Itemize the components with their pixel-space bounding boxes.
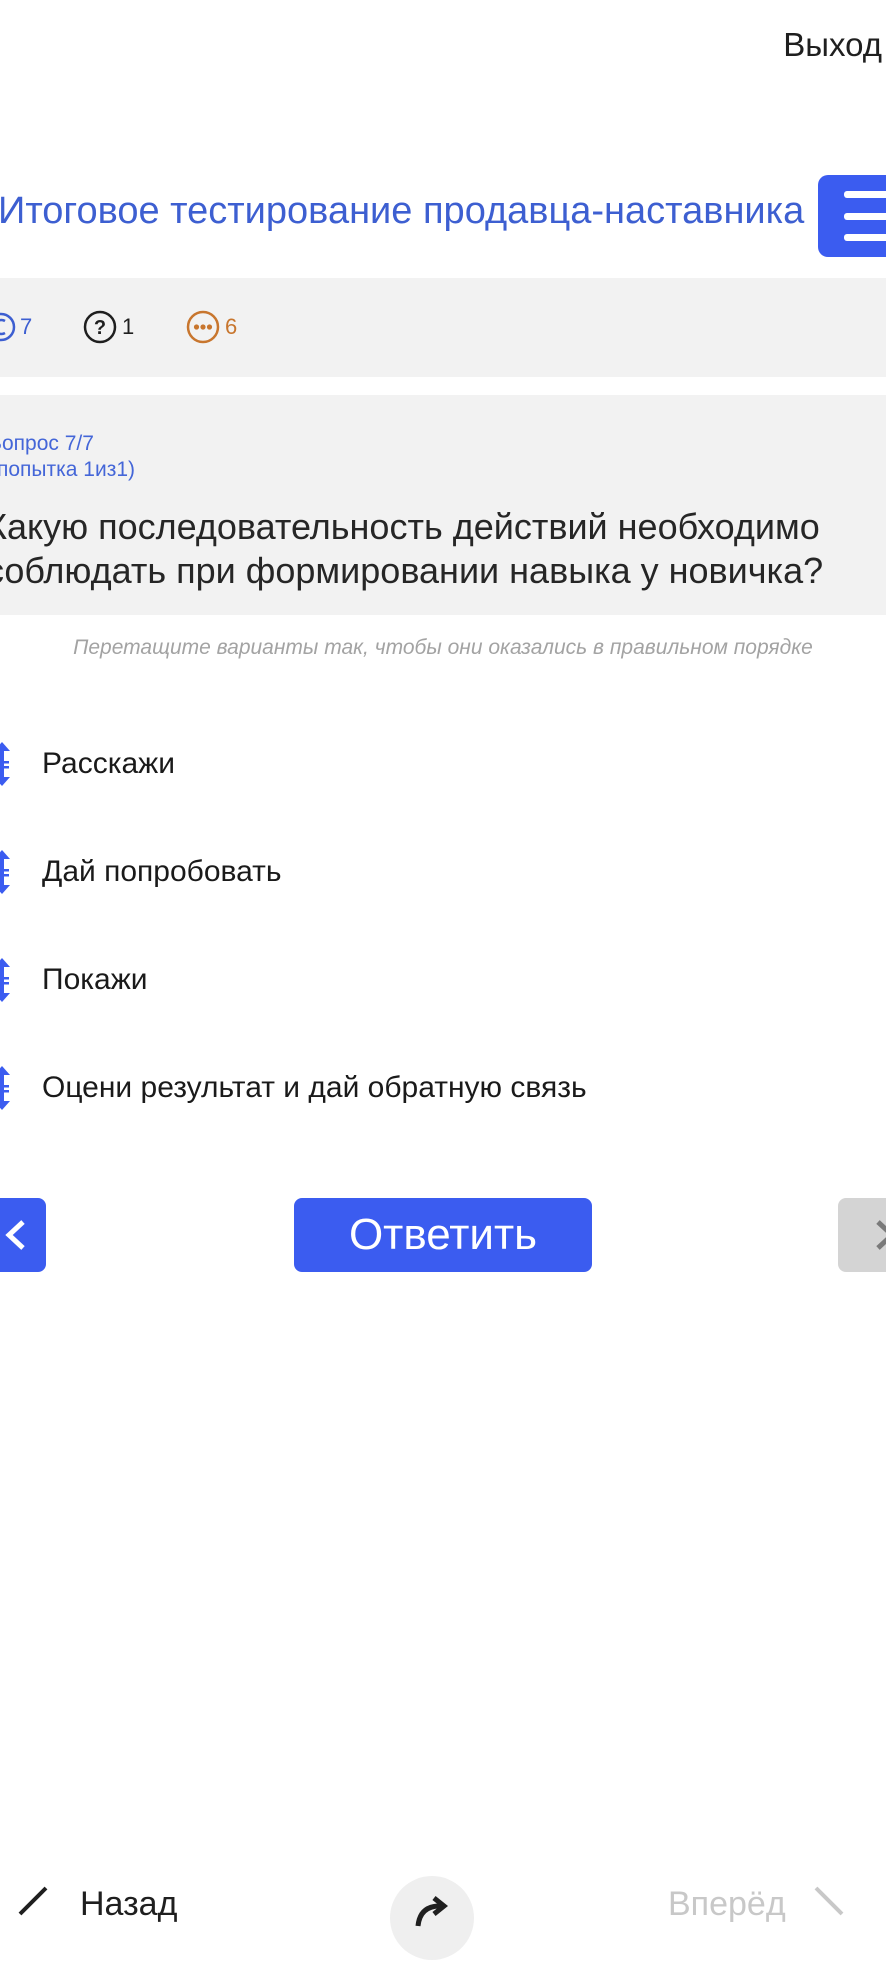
draggable-option[interactable]: Оцени результат и дай обратную связь [0,1058,868,1118]
svg-text:?: ? [94,317,106,339]
instruction-hint: Перетащите варианты так, чтобы они оказа… [73,636,813,659]
attempt-counter: (попытка 1из1) [0,458,136,481]
next-question-button[interactable] [838,1198,886,1272]
drag-handle-icon[interactable] [0,1064,16,1112]
browser-back-button[interactable]: Назад [12,1884,177,1924]
menu-button[interactable] [818,175,886,257]
option-label: Оцени результат и дай обратную связь [42,1071,587,1104]
browser-forward-button[interactable]: Вперёд [668,1884,850,1924]
exit-link[interactable]: Выход [783,26,882,64]
check-circle-icon [0,312,16,342]
question-text: Какую последовательность действий необхо… [0,505,886,593]
draggable-option[interactable]: Покажи [0,950,868,1010]
previous-question-button[interactable] [0,1198,46,1272]
question-number: Вопрос 7/7 [0,432,94,455]
arrow-left-icon [18,1886,48,1916]
stat-remaining: 6 [186,310,237,344]
stat-answered: 7 [0,310,32,344]
arrow-right-icon [814,1886,844,1916]
question-circle-icon: ? [83,310,117,344]
stat-unanswered: ? 1 [83,310,134,344]
stat-answered-count: 7 [20,314,33,339]
question-line-2: соблюдать при формировании навыка у нови… [0,550,824,591]
drag-handle-icon[interactable] [0,740,16,788]
browser-back-label: Назад [80,1884,178,1923]
chevron-right-icon [876,1220,886,1250]
more-dots-circle-icon [186,310,220,344]
option-label: Покажи [42,963,148,996]
option-label: Расскажи [42,747,175,780]
stats-bar: 7 ? 1 6 [0,278,886,377]
draggable-option[interactable]: Дай попробовать [0,842,868,902]
reload-icon [415,1896,449,1927]
browser-forward-label: Вперёд [668,1884,786,1923]
drag-handle-icon[interactable] [0,848,16,896]
answer-button[interactable]: Ответить [294,1198,592,1272]
page-title: Итоговое тестирование продавца-наставник… [0,190,805,232]
stat-remaining-count: 6 [225,314,238,339]
drag-handle-icon[interactable] [0,956,16,1004]
stat-unanswered-count: 1 [122,314,135,339]
chevron-left-icon [5,1220,25,1250]
question-line-1: Какую последовательность действий необхо… [0,506,820,547]
reload-button[interactable] [390,1876,474,1960]
option-label: Дай попробовать [42,855,282,888]
draggable-option[interactable]: Расскажи [0,734,868,794]
